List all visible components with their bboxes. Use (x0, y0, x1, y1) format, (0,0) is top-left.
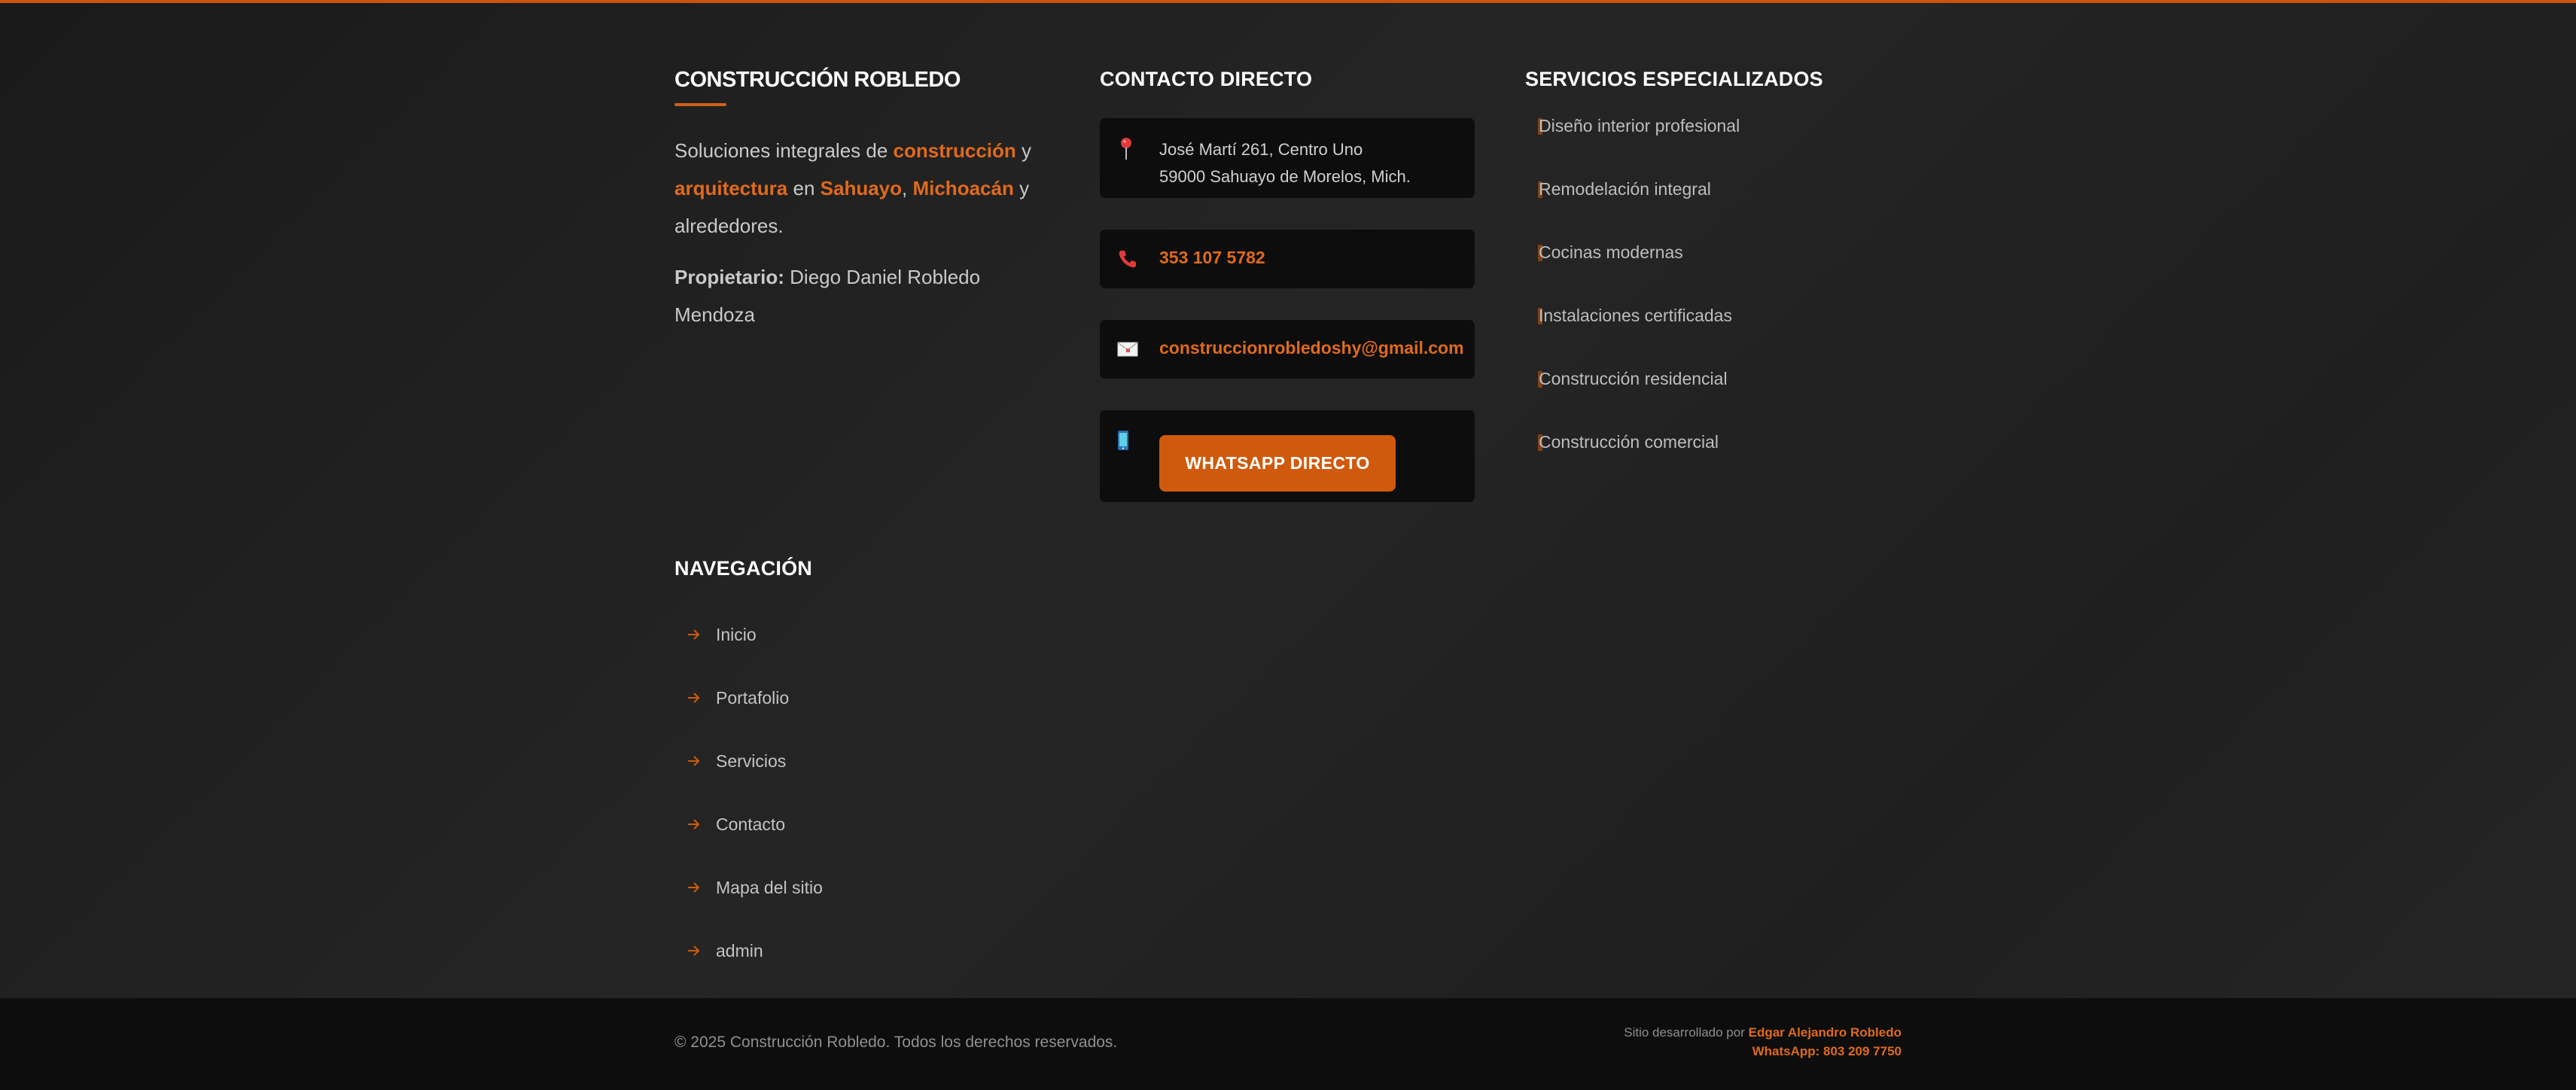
service-item: Instalaciones certificadas (1525, 300, 1902, 364)
whatsapp-button[interactable]: WHATSAPP DIRECTO (1159, 435, 1396, 492)
desc-text: en (787, 177, 821, 199)
arrow-right-icon (687, 880, 702, 895)
services-heading: SERVICIOS ESPECIALIZADOS (1525, 68, 1823, 90)
copyright-text: © 2025 Construcción Robledo. Todos los d… (674, 1034, 1118, 1051)
nav-link[interactable]: Inicio (716, 625, 757, 645)
nav-item-portafolio[interactable]: Portafolio (674, 666, 1051, 729)
mobile-phone-icon (1116, 428, 1130, 452)
arrow-right-icon (687, 690, 702, 705)
map-pin-icon (1116, 136, 1136, 162)
brand-title: CONSTRUCCIÓN ROBLEDO (674, 68, 961, 92)
phone-link[interactable]: 353 107 5782 (1159, 248, 1265, 268)
service-label: Cocinas modernas (1539, 242, 1683, 262)
arrow-right-icon (687, 627, 702, 642)
address-line-1: José Martí 261, Centro Uno (1159, 140, 1363, 159)
nav-item-inicio[interactable]: Inicio (674, 603, 1051, 666)
brand-description: Soluciones integrales de construcción y … (674, 132, 1043, 245)
brand-column: CONSTRUCCIÓN ROBLEDO Soluciones integral… (674, 68, 1043, 333)
desc-highlight-arquitectura: arquitectura (674, 177, 788, 199)
nav-item-servicios[interactable]: Servicios (674, 729, 1051, 793)
envelope-icon (1116, 339, 1139, 359)
address-line-2: 59000 Sahuayo de Morelos, Mich. (1159, 167, 1411, 186)
address-text: José Martí 261, Centro Uno 59000 Sahuayo… (1159, 136, 1411, 190)
nav-link[interactable]: Servicios (716, 751, 786, 772)
nav-item-mapa-del-sitio[interactable]: Mapa del sitio (674, 856, 1051, 919)
contact-heading: CONTACTO DIRECTO (1100, 68, 1313, 90)
email-link[interactable]: construccionrobledoshy@gmail.com (1159, 338, 1464, 358)
service-item: Construcción residencial (1525, 364, 1902, 427)
service-item: Construcción comercial (1525, 427, 1902, 490)
phone-icon (1116, 248, 1139, 270)
service-item: Cocinas modernas (1525, 237, 1902, 300)
nav-item-admin[interactable]: admin (674, 919, 1051, 982)
brand-owner: Propietario: Diego Daniel Robledo Mendoz… (674, 258, 1043, 333)
top-accent-line (0, 0, 2576, 3)
brand-underline (674, 103, 726, 106)
desc-highlight-michoacan: Michoacán (912, 177, 1014, 199)
credits-prefix: Sitio desarrollado por (1624, 1025, 1749, 1040)
whatsapp-card: WHATSAPP DIRECTO (1100, 410, 1475, 502)
arrow-right-icon (687, 754, 702, 769)
desc-highlight-sahuayo: Sahuayo (820, 177, 903, 199)
arrow-right-icon (687, 943, 702, 958)
services-column: SERVICIOS ESPECIALIZADOS Diseño interior… (1525, 68, 1902, 490)
navigation-heading: NAVEGACIÓN (674, 557, 813, 580)
service-item: Remodelación integral (1525, 174, 1902, 237)
nav-link[interactable]: admin (716, 941, 763, 961)
nav-link[interactable]: Portafolio (716, 688, 789, 708)
developer-name-link[interactable]: Edgar Alejandro Robledo (1749, 1025, 1902, 1040)
service-label: Remodelación integral (1539, 179, 1711, 199)
desc-text: y (1015, 139, 1032, 162)
arrow-right-icon (687, 817, 702, 832)
developer-credits: Sitio desarrollado por Edgar Alejandro R… (1624, 1023, 1902, 1061)
email-card[interactable]: construccionrobledoshy@gmail.com (1100, 320, 1475, 379)
desc-text: Soluciones integrales de (674, 139, 894, 162)
service-list: Diseño interior profesional Remodelación… (1525, 111, 1902, 490)
nav-item-contacto[interactable]: Contacto (674, 793, 1051, 856)
desc-highlight-construccion: construcción (893, 139, 1016, 162)
nav-list: Inicio Portafolio Servicios Contacto Map… (674, 603, 1051, 982)
service-label: Construcción comercial (1539, 432, 1719, 452)
service-label: Instalaciones certificadas (1539, 306, 1732, 325)
desc-text: , (902, 177, 913, 199)
address-card: José Martí 261, Centro Uno 59000 Sahuayo… (1100, 118, 1475, 198)
owner-label: Propietario: (674, 266, 784, 288)
nav-link[interactable]: Mapa del sitio (716, 878, 823, 898)
service-label: Diseño interior profesional (1539, 116, 1740, 135)
nav-link[interactable]: Contacto (716, 814, 785, 835)
contact-column: CONTACTO DIRECTO José Martí 261, Centro … (1100, 68, 1475, 502)
navigation-column: NAVEGACIÓN Inicio Portafolio Servicios C… (674, 557, 1051, 982)
developer-whatsapp-link[interactable]: WhatsApp: 803 209 7750 (1624, 1042, 1902, 1061)
service-item: Diseño interior profesional (1525, 111, 1902, 174)
service-label: Construcción residencial (1539, 369, 1728, 388)
footer-bottom-bar: © 2025 Construcción Robledo. Todos los d… (0, 998, 2576, 1090)
credits-line-1: Sitio desarrollado por Edgar Alejandro R… (1624, 1023, 1902, 1042)
phone-card[interactable]: 353 107 5782 (1100, 230, 1475, 288)
